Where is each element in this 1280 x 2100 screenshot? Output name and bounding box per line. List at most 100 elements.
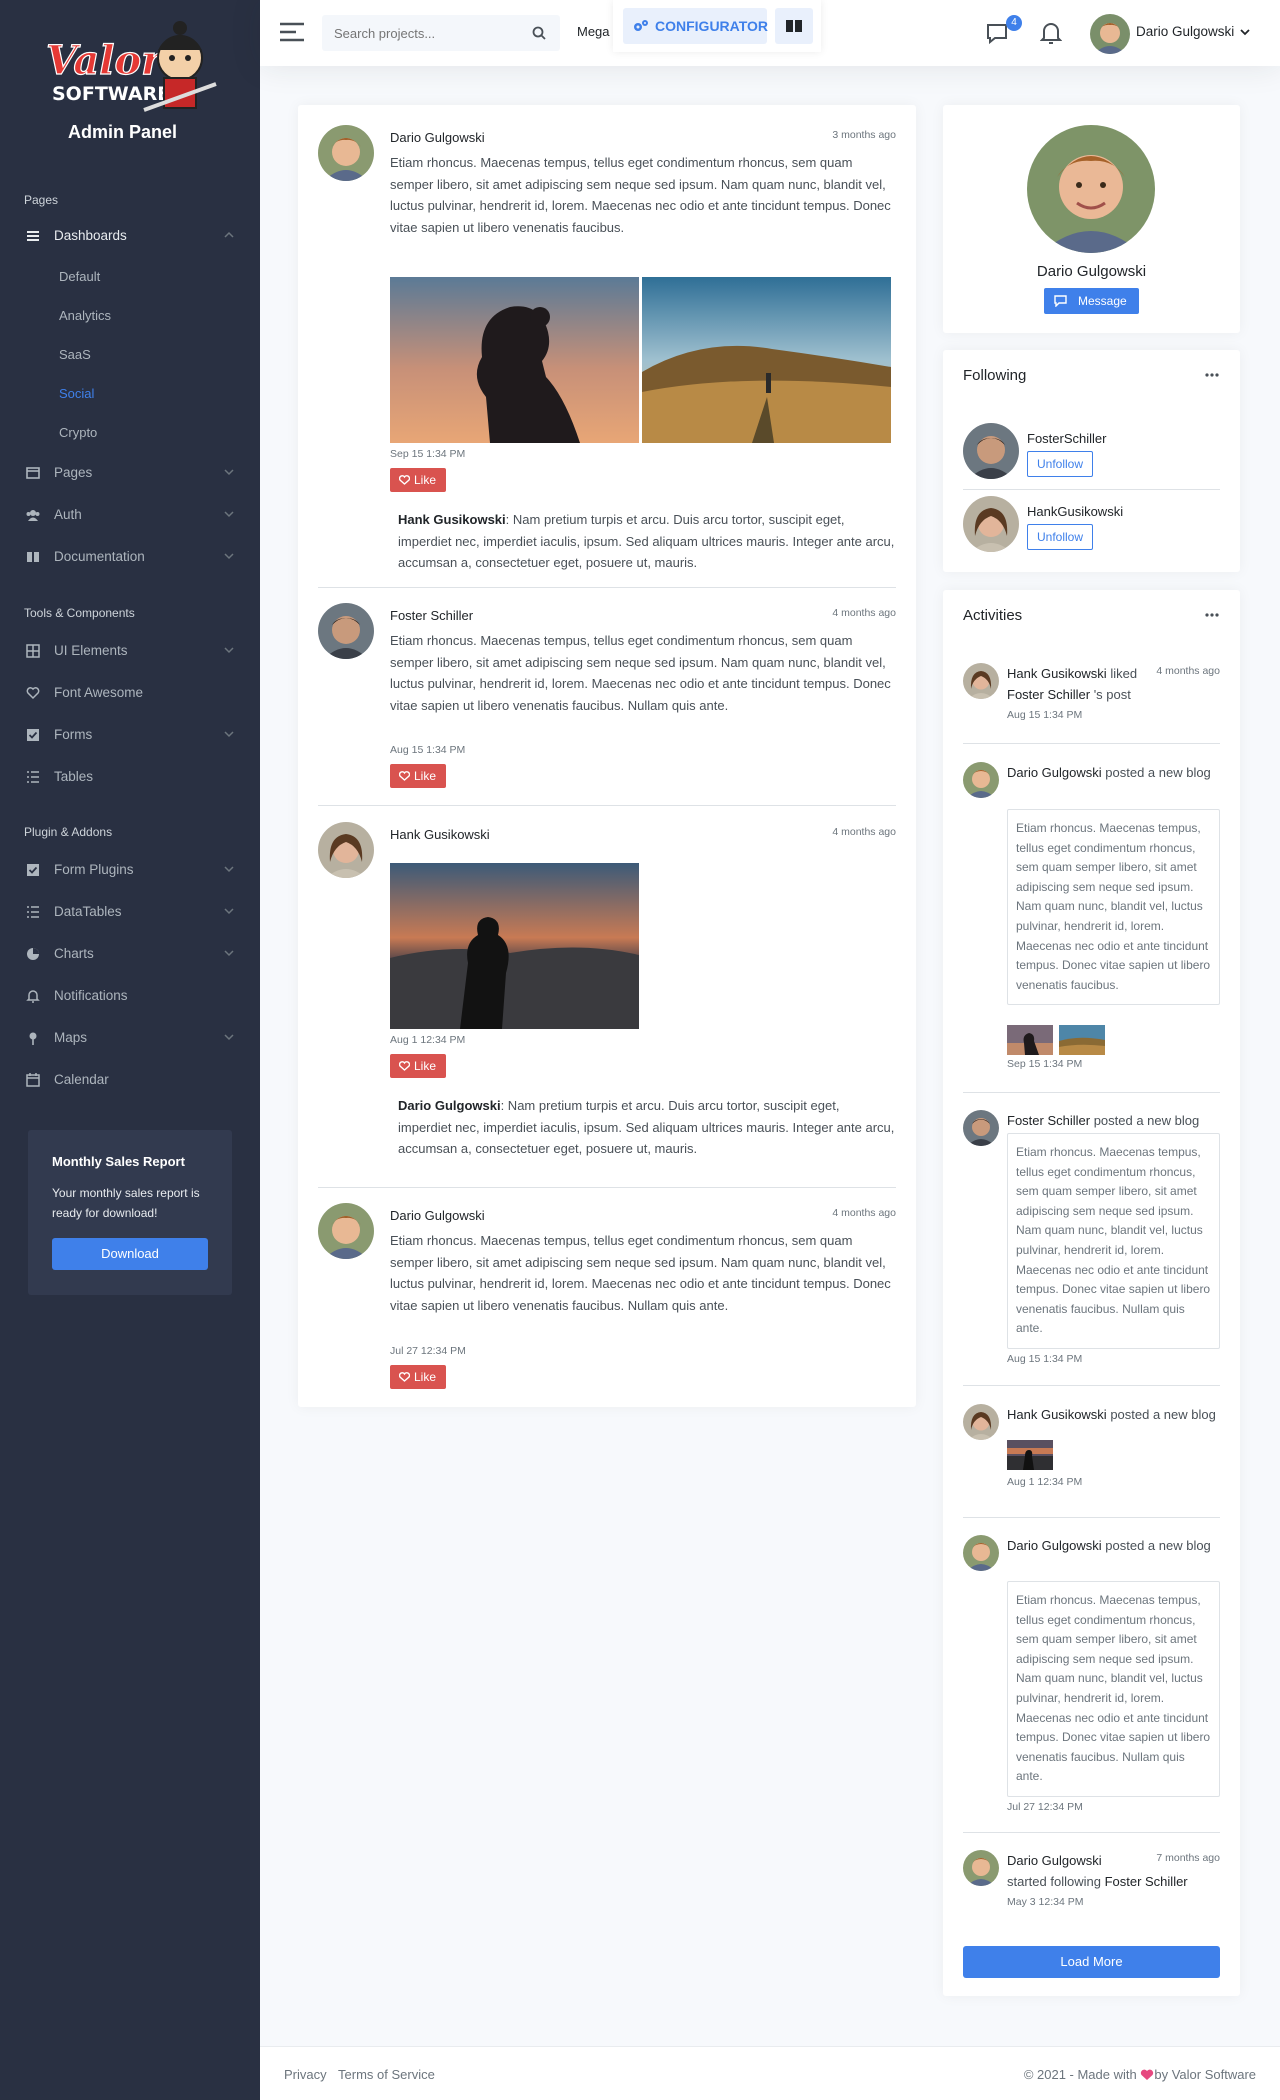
like-button[interactable]: Like bbox=[390, 764, 447, 788]
activity-actor[interactable]: Hank Gusikowski bbox=[1007, 1407, 1107, 1422]
sidebar-item-maps[interactable]: Maps bbox=[0, 1017, 260, 1059]
more-horizontal-icon[interactable] bbox=[1204, 612, 1220, 618]
post-image[interactable] bbox=[390, 277, 639, 443]
sidebar-item-auth[interactable]: Auth bbox=[0, 494, 260, 536]
sidebar-subitem-analytics[interactable]: Analytics bbox=[0, 296, 260, 335]
activity-thumbnail[interactable] bbox=[1007, 1440, 1053, 1470]
sidebar-subitem-crypto[interactable]: Crypto bbox=[0, 413, 260, 452]
avatar[interactable] bbox=[963, 496, 1019, 552]
activity-thumbnail[interactable] bbox=[1007, 1025, 1053, 1055]
like-button[interactable]: Like bbox=[390, 468, 447, 492]
message-button[interactable]: Message bbox=[1044, 288, 1139, 314]
search-icon[interactable] bbox=[532, 26, 546, 40]
message-icon bbox=[1054, 295, 1067, 307]
load-more-button[interactable]: Load More bbox=[963, 1946, 1220, 1978]
like-button[interactable]: Like bbox=[390, 1365, 447, 1389]
mega-menu-link[interactable]: Mega bbox=[577, 24, 610, 39]
configurator-button[interactable]: CONFIGURATOR bbox=[623, 8, 768, 44]
following-name[interactable]: FosterSchiller bbox=[1027, 431, 1106, 446]
unfollow-button[interactable]: Unfollow bbox=[1027, 451, 1094, 477]
activity-action: started following bbox=[1007, 1874, 1105, 1889]
activity-item: Hank Gusikowski posted a new blog Aug 1 … bbox=[963, 1404, 1220, 1504]
search-input[interactable] bbox=[322, 15, 512, 51]
sidebar-item-calendar[interactable]: Calendar bbox=[0, 1059, 260, 1101]
comment-author[interactable]: Dario Gulgowski bbox=[398, 1098, 501, 1113]
docs-button[interactable] bbox=[775, 8, 813, 44]
sidebar-subitem-saas[interactable]: SaaS bbox=[0, 335, 260, 374]
following-name[interactable]: HankGusikowski bbox=[1027, 504, 1123, 519]
bell-icon bbox=[26, 990, 40, 1003]
activity-actor[interactable]: Dario Gulgowski bbox=[1007, 765, 1102, 780]
avatar[interactable] bbox=[1090, 14, 1130, 54]
activity-quote: Etiam rhoncus. Maecenas tempus, tellus e… bbox=[1007, 809, 1220, 1006]
post-image[interactable] bbox=[642, 277, 891, 443]
sidebar-item-datatables[interactable]: DataTables bbox=[0, 891, 260, 933]
brand[interactable]: Valor SOFTWARE Admin Panel bbox=[0, 0, 260, 150]
following-divider bbox=[963, 489, 1220, 490]
avatar[interactable] bbox=[318, 603, 374, 659]
topbar: Mega CONFIGURATOR 4 Dario Gulgowski bbox=[260, 0, 1280, 66]
post-date: Aug 1 12:34 PM bbox=[390, 1034, 466, 1046]
sidebar-item-notifications[interactable]: Notifications bbox=[0, 975, 260, 1017]
post-author[interactable]: Dario Gulgowski bbox=[390, 1208, 485, 1223]
hamburger-menu-icon[interactable] bbox=[280, 22, 304, 42]
bell-icon[interactable] bbox=[1040, 21, 1062, 45]
more-horizontal-icon[interactable] bbox=[1204, 372, 1220, 378]
post-image[interactable] bbox=[390, 863, 639, 1029]
activity-target[interactable]: Foster Schiller bbox=[1105, 1874, 1188, 1889]
unfollow-button[interactable]: Unfollow bbox=[1027, 524, 1094, 550]
sidebar-subitem-social[interactable]: Social bbox=[0, 374, 260, 413]
sidebar-item-forms[interactable]: Forms bbox=[0, 714, 260, 756]
post-author[interactable]: Hank Gusikowski bbox=[390, 827, 490, 842]
sidebar-item-dashboards[interactable]: Dashboards bbox=[0, 215, 260, 257]
activity-actor[interactable]: Dario Gulgowski bbox=[1007, 1538, 1102, 1553]
feed-card: Dario Gulgowski 3 months ago Etiam rhonc… bbox=[298, 105, 916, 1407]
post-author[interactable]: Foster Schiller bbox=[390, 608, 473, 623]
sidebar-item-documentation[interactable]: Documentation bbox=[0, 536, 260, 578]
activity-actor[interactable]: Foster Schiller bbox=[1007, 1113, 1090, 1128]
avatar[interactable] bbox=[963, 1850, 999, 1886]
sidebar-item-ui-elements[interactable]: UI Elements bbox=[0, 630, 260, 672]
activity-actor[interactable]: Hank Gusikowski bbox=[1007, 666, 1107, 681]
download-button[interactable]: Download bbox=[52, 1238, 208, 1270]
privacy-link[interactable]: Privacy bbox=[284, 2067, 327, 2082]
feed-post: Dario Gulgowski 4 months ago Etiam rhonc… bbox=[318, 1203, 896, 1403]
post-divider bbox=[318, 587, 896, 588]
sidebar-item-tables[interactable]: Tables bbox=[0, 756, 260, 798]
configurator-panel: CONFIGURATOR bbox=[613, 0, 821, 52]
activity-date: Aug 15 1:34 PM bbox=[1007, 1353, 1083, 1365]
activity-actor[interactable]: Dario Gulgowski bbox=[1007, 1853, 1102, 1868]
avatar[interactable] bbox=[318, 822, 374, 878]
sidebar-subitem-default[interactable]: Default bbox=[0, 257, 260, 296]
like-button[interactable]: Like bbox=[390, 1054, 447, 1078]
terms-link[interactable]: Terms of Service bbox=[338, 2067, 435, 2082]
sidebar-item-label: UI Elements bbox=[54, 643, 128, 658]
sidebar-item-pages[interactable]: Pages bbox=[0, 452, 260, 494]
book-open-icon bbox=[786, 20, 802, 32]
post-author[interactable]: Dario Gulgowski bbox=[390, 130, 485, 145]
caret-down-icon[interactable] bbox=[1240, 27, 1250, 37]
user-name[interactable]: Dario Gulgowski bbox=[1136, 24, 1234, 39]
sales-card-text: Your monthly sales report is ready for d… bbox=[52, 1186, 200, 1220]
users-icon bbox=[26, 510, 40, 521]
avatar[interactable] bbox=[963, 762, 999, 798]
activity-target[interactable]: Foster Schiller bbox=[1007, 687, 1090, 702]
avatar[interactable] bbox=[963, 1404, 999, 1440]
avatar[interactable] bbox=[318, 1203, 374, 1259]
sidebar-item-form-plugins[interactable]: Form Plugins bbox=[0, 849, 260, 891]
activity-action: liked bbox=[1106, 666, 1138, 681]
sidebar-item-font-awesome[interactable]: Font Awesome bbox=[0, 672, 260, 714]
copyright-suffix: by Valor Software bbox=[1154, 2067, 1256, 2082]
sidebar-item-charts[interactable]: Charts bbox=[0, 933, 260, 975]
calendar-icon bbox=[26, 1073, 40, 1087]
avatar[interactable] bbox=[963, 663, 999, 699]
comment-author[interactable]: Hank Gusikowski bbox=[398, 512, 506, 527]
avatar[interactable] bbox=[963, 1535, 999, 1571]
avatar[interactable] bbox=[963, 1110, 999, 1146]
chevron-down-icon bbox=[224, 469, 234, 476]
avatar[interactable] bbox=[963, 423, 1019, 479]
sliders-icon bbox=[27, 231, 39, 241]
sidebar-item-label: Notifications bbox=[54, 988, 128, 1003]
activity-thumbnail[interactable] bbox=[1059, 1025, 1105, 1055]
avatar[interactable] bbox=[318, 125, 374, 181]
